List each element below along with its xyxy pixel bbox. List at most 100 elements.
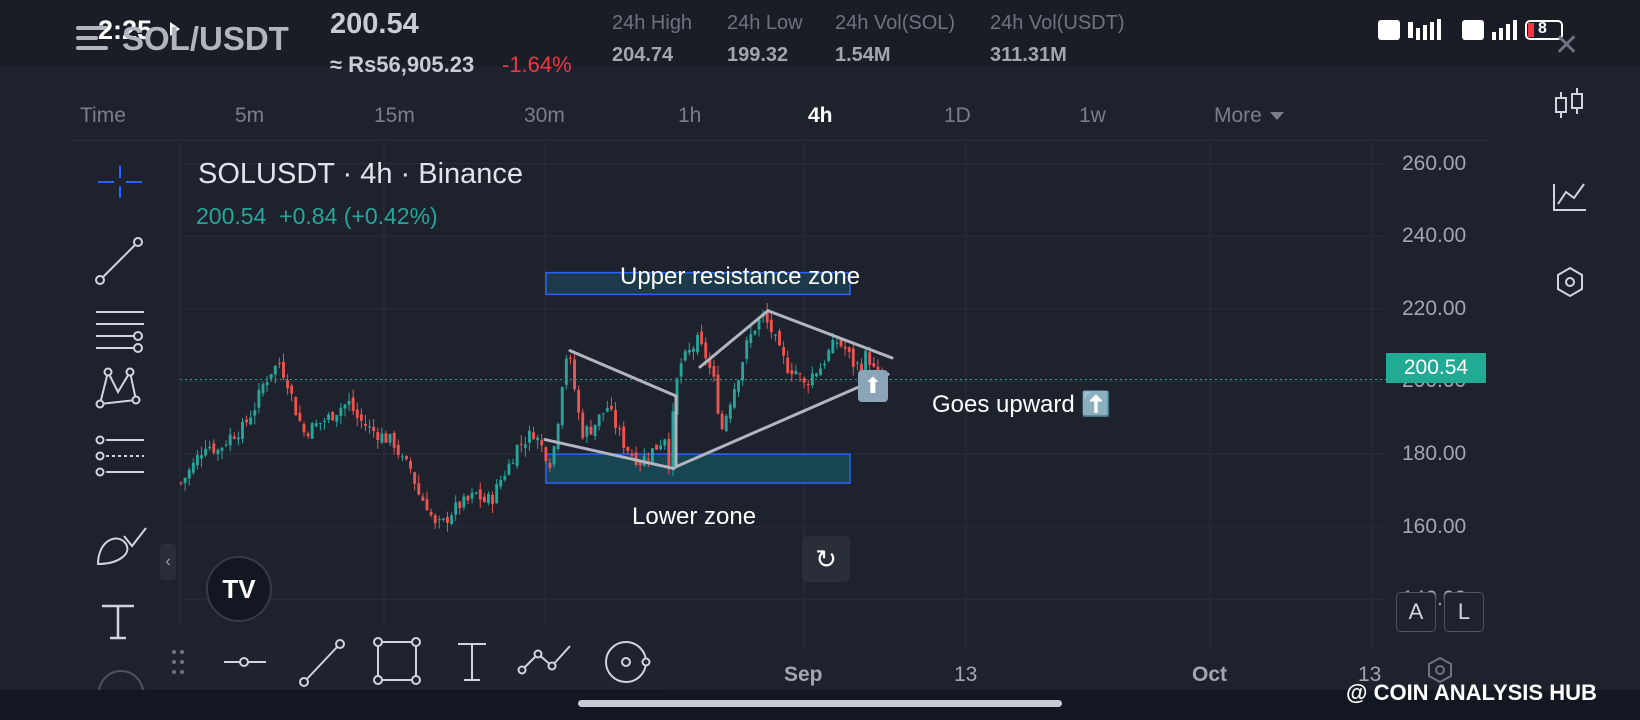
- collapse-toolbar-button[interactable]: ‹: [160, 544, 176, 580]
- candle-body: [376, 431, 380, 441]
- candle-body: [724, 416, 728, 431]
- candle-body: [569, 357, 572, 359]
- rectangle-icon[interactable]: [373, 637, 421, 685]
- circle-icon[interactable]: [605, 641, 651, 683]
- candle-body: [204, 448, 208, 456]
- date-tick-oct: Oct: [1192, 663, 1228, 686]
- candle-body: [421, 496, 425, 501]
- candle-type-icon[interactable]: [1555, 88, 1583, 118]
- text-icon[interactable]: [102, 604, 134, 640]
- candle-body: [245, 419, 249, 423]
- candle-body: [400, 456, 404, 458]
- price-tick: 220.00: [1402, 296, 1467, 320]
- candle-body: [523, 444, 527, 448]
- trendline-icon[interactable]: [95, 237, 143, 285]
- flag-upper-line: [568, 349, 678, 398]
- candle-body: [827, 350, 831, 361]
- path-icon[interactable]: [517, 645, 571, 675]
- candle-body: [441, 518, 445, 520]
- candle-body: [425, 499, 429, 511]
- candle-body: [687, 349, 691, 353]
- candle-body: [515, 445, 519, 467]
- candle-body: [470, 492, 474, 499]
- tradingview-logo[interactable]: TV: [206, 556, 272, 622]
- candle-body: [232, 436, 236, 439]
- candle-body: [851, 348, 855, 367]
- candle-body: [282, 361, 285, 378]
- candle-body: [556, 423, 560, 449]
- candle-body: [302, 424, 306, 433]
- candles: [179, 303, 884, 532]
- fib-icon[interactable]: [96, 311, 144, 353]
- projection-icon[interactable]: [95, 435, 145, 477]
- last-price-badge: 200.54: [1386, 353, 1486, 383]
- candle-body: [753, 330, 757, 335]
- candle-body: [187, 469, 191, 479]
- candle-body: [573, 359, 576, 390]
- candle-body: [294, 397, 298, 416]
- auto-scale-button[interactable]: A: [1396, 592, 1436, 632]
- candle-body: [618, 428, 622, 430]
- candle-body: [728, 404, 732, 419]
- candle-body: [814, 373, 818, 377]
- candle-body: [552, 446, 556, 465]
- candle-body: [872, 363, 876, 367]
- candle-body: [314, 423, 318, 427]
- brush-icon[interactable]: [96, 527, 147, 566]
- candle-body: [786, 357, 790, 373]
- log-scale-button[interactable]: L: [1444, 592, 1484, 632]
- candle-body: [318, 422, 322, 424]
- candle-body: [683, 351, 687, 361]
- candle-body: [806, 384, 810, 386]
- chart-ohlc: 200.54 +0.84 (+0.42%): [196, 203, 438, 230]
- candle-body: [810, 373, 814, 386]
- candle-body: [380, 433, 384, 443]
- candle-body: [368, 426, 372, 428]
- candle-body: [269, 373, 273, 379]
- candle-body: [843, 346, 847, 349]
- candle-body: [195, 455, 199, 466]
- candle-body: [273, 365, 277, 375]
- candle-body: [790, 370, 794, 375]
- pattern-icon[interactable]: [95, 367, 141, 409]
- candle-body: [691, 348, 695, 352]
- candle-body: [241, 422, 244, 439]
- candle-body: [487, 493, 490, 504]
- watermark: @ COIN ANALYSIS HUB: [1346, 680, 1597, 705]
- settings-hex-icon[interactable]: [1557, 266, 1583, 298]
- text-icon[interactable]: [458, 643, 486, 681]
- horizontal-line-icon[interactable]: [224, 657, 266, 667]
- candle-body: [474, 492, 478, 494]
- candle-body: [745, 340, 749, 359]
- chart-title: SOLUSDT · 4h · Binance: [198, 158, 524, 190]
- triangle-left-upper: [698, 309, 770, 369]
- candle-body: [495, 483, 499, 504]
- reset-chart-button[interactable]: ↻: [802, 536, 850, 582]
- candle-body: [286, 380, 290, 389]
- candle-body: [290, 385, 294, 394]
- candle-body: [548, 462, 552, 468]
- candle-body: [351, 397, 355, 412]
- candle-body: [364, 423, 367, 426]
- candle-body: [769, 319, 773, 333]
- price-tick: 180.00: [1402, 442, 1467, 466]
- line-icon[interactable]: [299, 639, 345, 687]
- date-tick-13a: 13: [954, 663, 978, 686]
- candle-body: [605, 407, 609, 412]
- candle-body: [179, 482, 183, 484]
- candle-body: [208, 446, 212, 449]
- home-indicator[interactable]: [578, 700, 1062, 707]
- indicators-icon[interactable]: [1553, 183, 1586, 211]
- candle-body: [236, 437, 240, 440]
- candle-body: [277, 363, 281, 365]
- up-arrow-icon: ⬆: [858, 370, 888, 402]
- candle-body: [614, 410, 617, 428]
- candle-body: [823, 363, 827, 366]
- candle-body: [622, 426, 626, 448]
- candle-body: [732, 389, 736, 408]
- drag-handle-icon[interactable]: [172, 650, 184, 674]
- candle-body: [323, 420, 326, 422]
- crosshair-icon[interactable]: [98, 166, 142, 198]
- candle-body: [778, 331, 781, 346]
- candle-body: [298, 412, 302, 421]
